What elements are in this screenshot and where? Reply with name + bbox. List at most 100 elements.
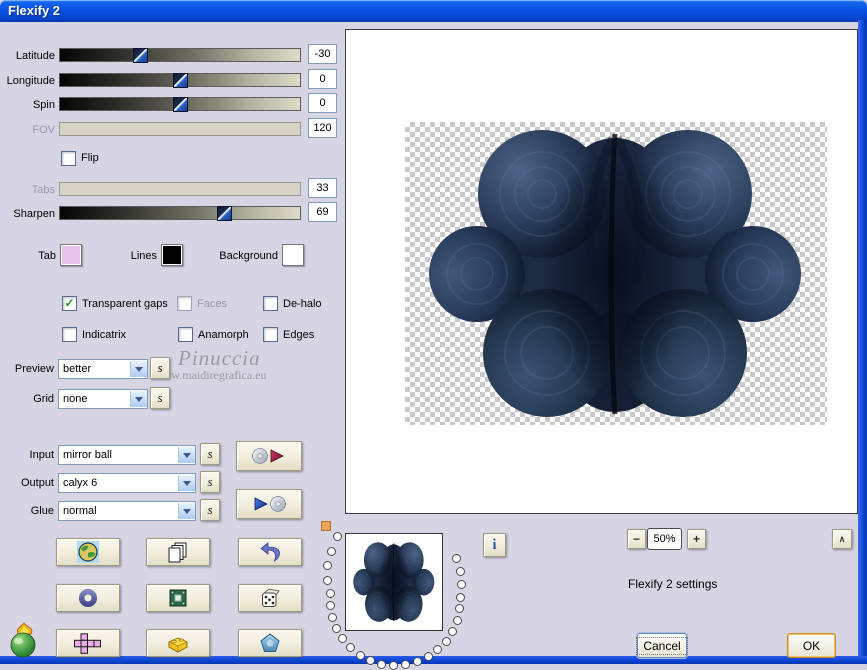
collapse-button[interactable]: ∧ bbox=[832, 529, 852, 549]
load-settings-button[interactable] bbox=[236, 441, 302, 471]
longitude-slider[interactable] bbox=[59, 73, 301, 88]
dial-dot[interactable] bbox=[455, 567, 465, 577]
dial-dot[interactable] bbox=[332, 623, 342, 633]
dial-dot[interactable] bbox=[412, 657, 422, 667]
dial-dot[interactable] bbox=[325, 589, 335, 599]
output-random-button[interactable]: s bbox=[200, 471, 220, 493]
cube-net-preset-button[interactable] bbox=[56, 629, 120, 657]
sharpen-value-field[interactable]: 69 bbox=[308, 202, 337, 222]
dial-marker[interactable] bbox=[321, 521, 331, 531]
torus-icon bbox=[78, 588, 98, 608]
dial-dot[interactable] bbox=[452, 616, 462, 626]
glue-combo-label: Glue bbox=[30, 505, 54, 517]
dial-dot[interactable] bbox=[326, 601, 336, 611]
spin-slider-thumb[interactable] bbox=[172, 97, 188, 112]
output-combo[interactable]: calyx 6 bbox=[58, 473, 196, 493]
zoom-in-button[interactable]: + bbox=[687, 529, 706, 549]
preview-panel bbox=[345, 29, 858, 514]
fov-value-field[interactable]: 120 bbox=[308, 118, 337, 138]
preview-flower-image[interactable] bbox=[405, 122, 827, 425]
glue-combo[interactable]: normal bbox=[58, 501, 196, 521]
spin-slider[interactable] bbox=[59, 97, 301, 112]
grid-combo-value: none bbox=[63, 392, 88, 405]
latitude-slider[interactable] bbox=[59, 48, 301, 63]
lines-color-swatch[interactable] bbox=[161, 244, 183, 266]
dial-dot[interactable] bbox=[401, 660, 411, 670]
longitude-slider-thumb[interactable] bbox=[172, 73, 188, 88]
undo-arrow-icon bbox=[260, 542, 280, 562]
preview-combo-arrow[interactable] bbox=[130, 361, 147, 377]
copy-button[interactable] bbox=[146, 538, 210, 566]
grid-random-button[interactable]: s bbox=[150, 387, 170, 409]
earth-preset-button[interactable] bbox=[56, 538, 120, 566]
zoom-out-button[interactable]: − bbox=[627, 529, 646, 549]
window-titlebar[interactable] bbox=[0, 0, 867, 22]
chip-preset-button[interactable] bbox=[146, 584, 210, 612]
cancel-button[interactable]: Cancel bbox=[636, 633, 688, 658]
anamorph-checkbox[interactable] bbox=[178, 327, 193, 342]
faces-label: Faces bbox=[197, 298, 227, 310]
dial-dot[interactable] bbox=[423, 652, 433, 662]
dial-dot[interactable] bbox=[456, 580, 466, 590]
spin-value-field[interactable]: 0 bbox=[308, 93, 337, 113]
tabs-value-field[interactable]: 33 bbox=[308, 178, 337, 198]
dial-dot[interactable] bbox=[441, 636, 451, 646]
dial-dot[interactable] bbox=[355, 650, 365, 660]
dial-dot[interactable] bbox=[323, 575, 333, 585]
sharpen-slider[interactable] bbox=[59, 206, 301, 221]
dial-dot[interactable] bbox=[451, 554, 461, 564]
background-color-swatch[interactable] bbox=[282, 244, 304, 266]
zoom-level-field[interactable]: 50% bbox=[647, 528, 682, 550]
dial-dot[interactable] bbox=[455, 592, 465, 602]
dial-dot[interactable] bbox=[333, 531, 343, 541]
ok-button[interactable]: OK bbox=[787, 633, 836, 658]
longitude-label: Longitude bbox=[6, 75, 55, 87]
edges-checkbox[interactable] bbox=[263, 327, 278, 342]
tabs-slider bbox=[59, 182, 301, 196]
undo-button[interactable] bbox=[238, 538, 302, 566]
cube-net-icon bbox=[74, 632, 101, 654]
input-random-button[interactable]: s bbox=[200, 443, 220, 465]
longitude-value-field[interactable]: 0 bbox=[308, 69, 337, 89]
latitude-value-field[interactable]: -30 bbox=[308, 44, 337, 64]
preview-transparency-checker[interactable] bbox=[405, 122, 827, 425]
lego-preset-button[interactable] bbox=[146, 629, 210, 657]
output-combo-value: calyx 6 bbox=[63, 476, 98, 489]
indicatrix-checkbox[interactable] bbox=[62, 327, 77, 342]
preview-random-button[interactable]: s bbox=[150, 357, 170, 379]
grid-combo[interactable]: none bbox=[58, 389, 148, 409]
latitude-slider-thumb[interactable] bbox=[133, 48, 149, 63]
lego-brick-icon bbox=[168, 636, 188, 653]
input-combo[interactable]: mirror ball bbox=[58, 445, 196, 465]
glue-random-button[interactable]: s bbox=[200, 499, 220, 521]
glue-combo-value: normal bbox=[63, 504, 97, 517]
dial-dot[interactable] bbox=[389, 660, 399, 670]
dial-dot[interactable] bbox=[328, 612, 338, 622]
dial-dot[interactable] bbox=[326, 546, 336, 556]
dial-dot[interactable] bbox=[455, 604, 465, 614]
de-halo-checkbox[interactable] bbox=[263, 296, 278, 311]
dial-dot[interactable] bbox=[433, 645, 443, 655]
output-combo-arrow[interactable] bbox=[178, 475, 195, 491]
flip-checkbox[interactable] bbox=[61, 151, 76, 166]
save-settings-button[interactable] bbox=[236, 489, 302, 519]
dial-dot[interactable] bbox=[323, 561, 333, 571]
preview-combo[interactable]: better bbox=[58, 359, 148, 379]
dial-dot[interactable] bbox=[377, 659, 387, 669]
sharpen-slider-thumb[interactable] bbox=[217, 206, 233, 221]
input-combo-arrow[interactable] bbox=[178, 447, 195, 463]
dial-dot[interactable] bbox=[346, 643, 356, 653]
flaming-pear-logo bbox=[8, 622, 40, 661]
thumbnail-preview[interactable] bbox=[345, 533, 443, 631]
glue-combo-arrow[interactable] bbox=[178, 503, 195, 519]
randomize-dice-button[interactable] bbox=[238, 584, 302, 612]
tab-color-swatch[interactable] bbox=[60, 244, 82, 266]
dial-dot[interactable] bbox=[448, 627, 458, 636]
info-button[interactable]: i bbox=[483, 533, 506, 557]
dial-dot[interactable] bbox=[338, 634, 348, 644]
transparent-gaps-checkbox[interactable]: ✓ bbox=[62, 296, 77, 311]
chevron-down-icon bbox=[183, 452, 191, 458]
torus-preset-button[interactable] bbox=[56, 584, 120, 612]
polyhedron-preset-button[interactable] bbox=[238, 629, 302, 657]
grid-combo-arrow[interactable] bbox=[130, 391, 147, 407]
